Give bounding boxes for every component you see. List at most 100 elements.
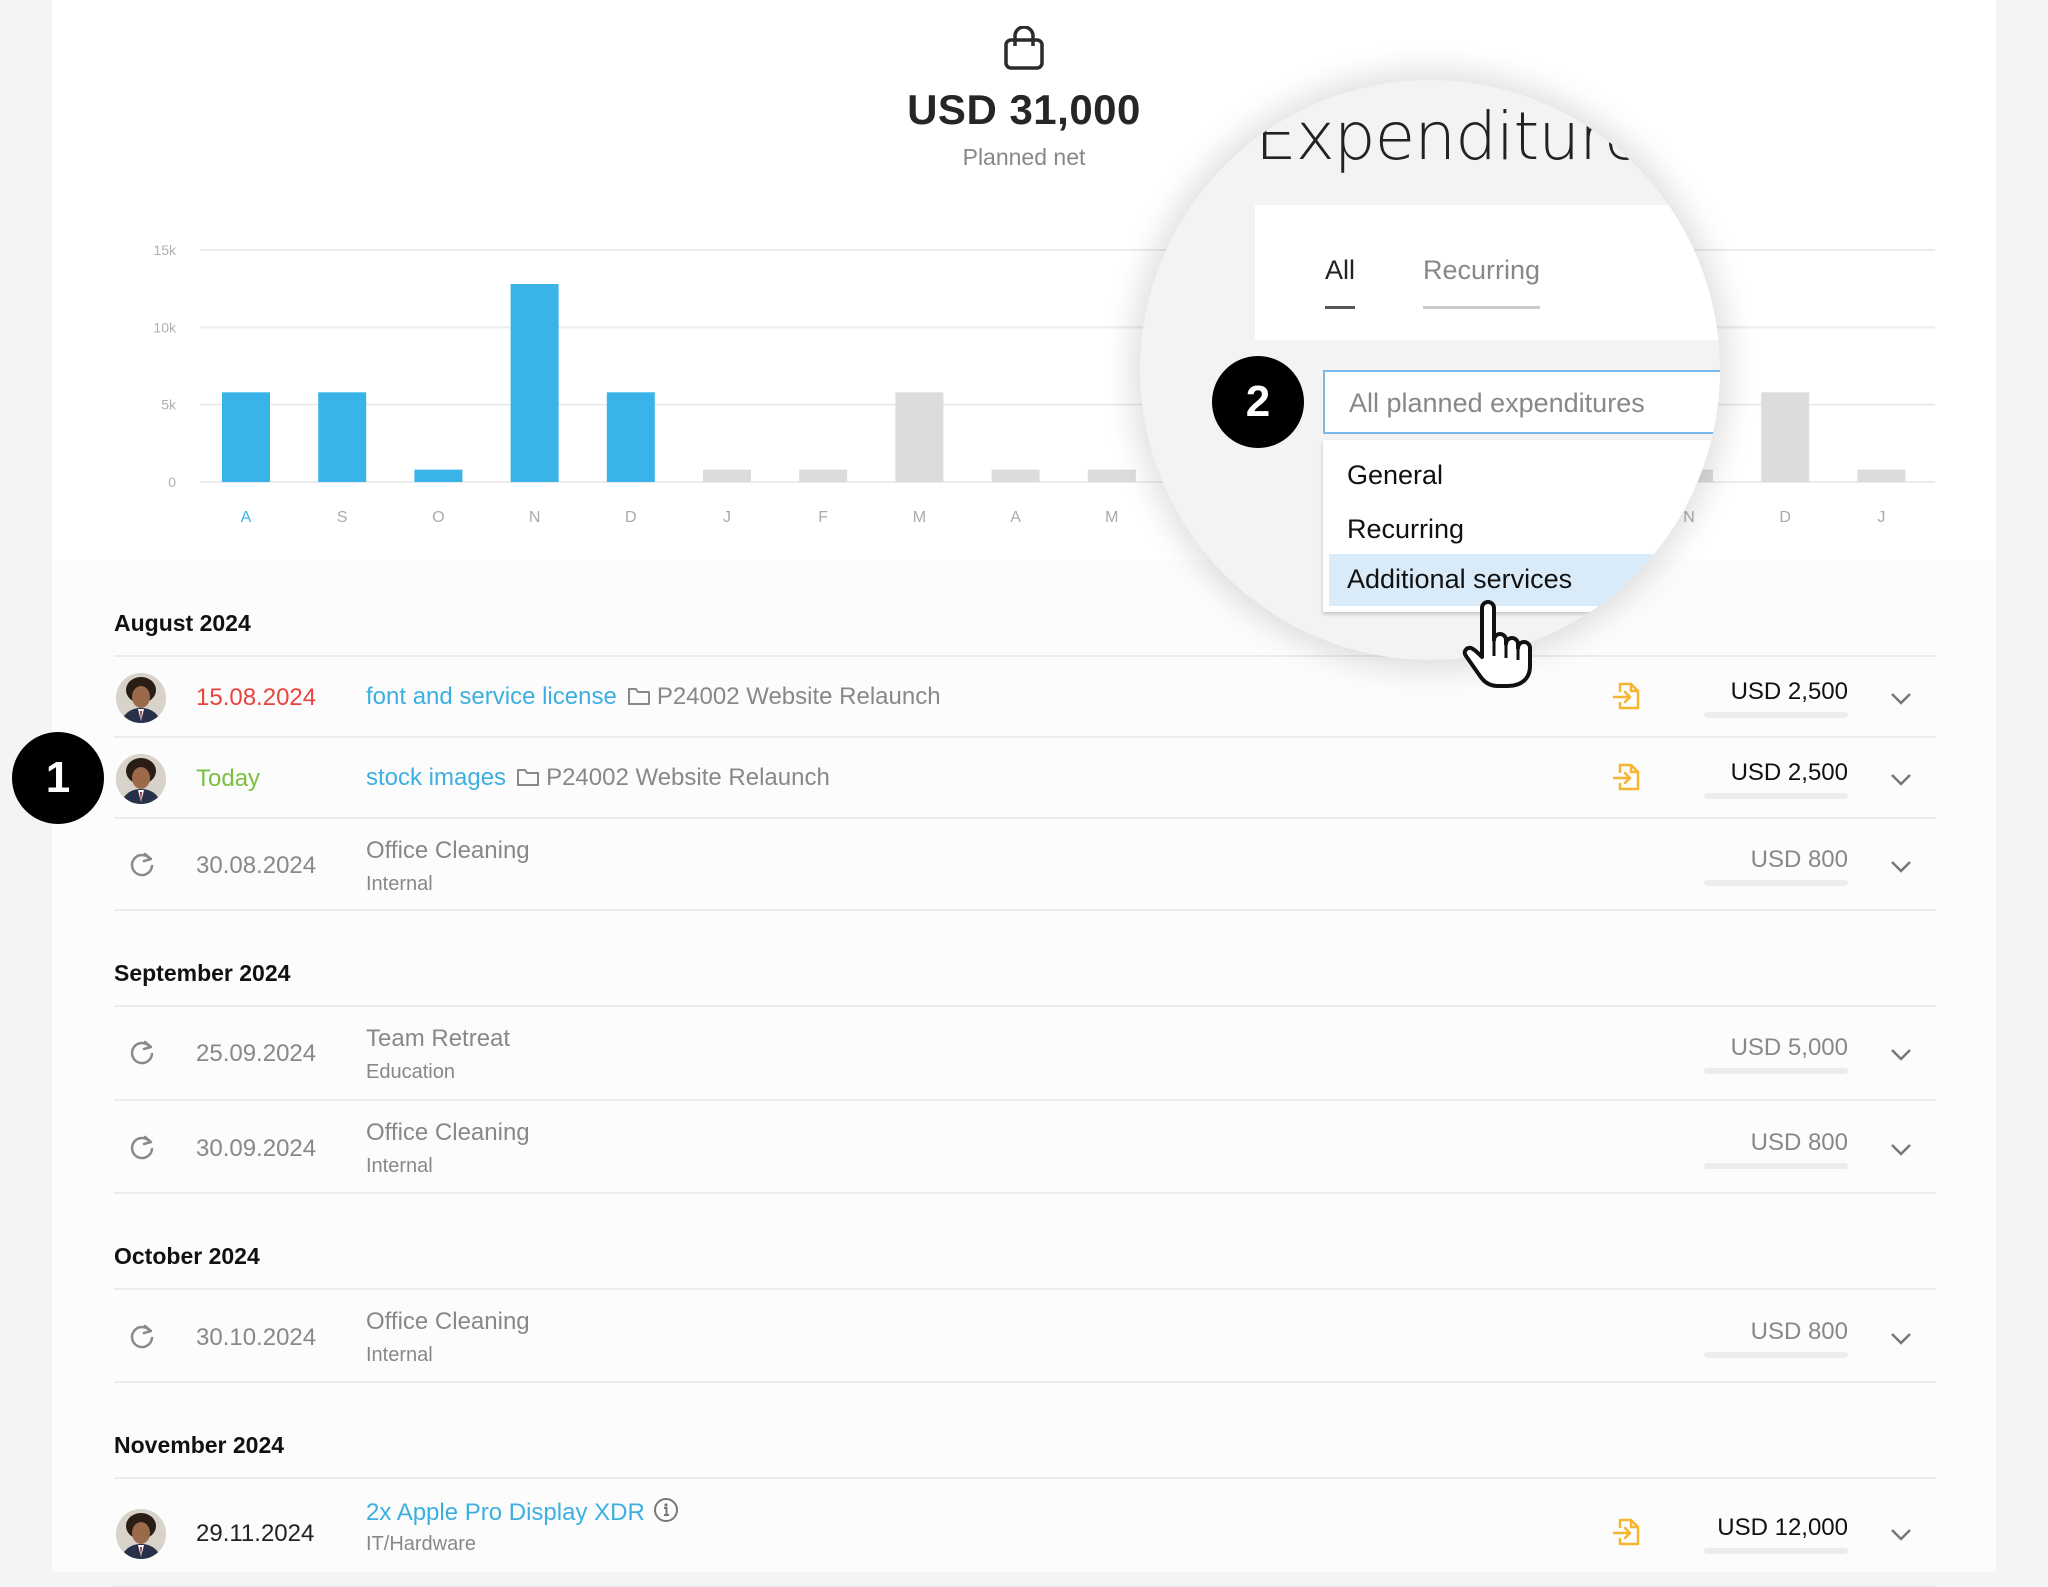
expenditure-title-cell: Team Retreat	[366, 1025, 510, 1053]
folder-icon	[627, 687, 650, 705]
recurring-icon	[128, 1322, 156, 1350]
amount: USD 2,500	[1730, 758, 1848, 786]
amount-progress-bar	[1704, 1162, 1848, 1169]
chevron-down-icon[interactable]	[1890, 1528, 1912, 1542]
project-name: P24002 Website Relaunch	[546, 763, 830, 791]
expenditure-title-cell: stock images P24002 Website Relaunch	[366, 764, 830, 792]
expenditure-title[interactable]: 2x Apple Pro Display XDR	[366, 1499, 645, 1526]
x-tick-label: D	[1779, 509, 1791, 526]
bar-j-5[interactable]	[703, 469, 751, 482]
chevron-down-icon[interactable]	[1890, 692, 1912, 706]
y-tick-label: 10k	[153, 319, 177, 335]
expenditure-title: Team Retreat	[366, 1025, 511, 1052]
step-badge-2: 2	[1212, 356, 1304, 448]
amount: USD 12,000	[1717, 1514, 1848, 1541]
bar-s-1[interactable]	[318, 392, 367, 482]
shopping-bag-icon	[1004, 26, 1044, 70]
due-date: Today	[196, 764, 261, 792]
expenditure-category: Education	[366, 1061, 455, 1083]
expenditure-title-cell: 2x Apple Pro Display XDR	[366, 1497, 679, 1527]
bar-d-16[interactable]	[1761, 392, 1810, 482]
bar-f-6[interactable]	[799, 469, 848, 482]
option-general[interactable]: General	[1323, 450, 1720, 502]
due-date: 15.08.2024	[196, 683, 317, 711]
tab-recurring[interactable]: Recurring	[1423, 255, 1541, 309]
x-tick-label: D	[625, 509, 637, 526]
x-tick-label: A	[241, 509, 252, 526]
amount-progress-bar	[1704, 792, 1848, 799]
info-icon[interactable]	[653, 1497, 679, 1523]
y-tick-label: 15k	[153, 242, 177, 258]
due-date: 25.09.2024	[196, 1040, 317, 1067]
tab-all[interactable]: All	[1325, 255, 1356, 309]
due-date: 30.08.2024	[196, 852, 317, 879]
expenditure-row[interactable]: 30.10.2024 Office Cleaning Internal USD 800	[114, 1288, 1936, 1383]
x-tick-label: A	[1010, 509, 1021, 526]
project-tag[interactable]: P24002 Website Relaunch	[627, 683, 941, 710]
project-name: P24002 Website Relaunch	[656, 682, 941, 710]
chevron-down-icon[interactable]	[1890, 1048, 1912, 1062]
amount-progress-bar	[1704, 1548, 1848, 1554]
avatar	[116, 753, 166, 804]
expenditure-row[interactable]: 29.11.2024 2x Apple Pro Display XDR IT/Har…	[114, 1477, 1936, 1587]
option-recurring[interactable]: Recurring	[1323, 504, 1720, 556]
expenditure-title-cell: Office Cleaning	[366, 1119, 530, 1147]
expenditure-type-dropdown: General Recurring Additional services	[1323, 440, 1720, 612]
bar-o-2[interactable]	[414, 469, 463, 482]
bar-m-9[interactable]	[1087, 469, 1136, 482]
recurring-icon	[128, 1133, 156, 1161]
expenditure-title-cell: Office Cleaning	[366, 1308, 530, 1336]
amount-progress-bar	[1704, 1068, 1848, 1074]
avatar	[116, 1509, 166, 1559]
chevron-down-icon[interactable]	[1890, 860, 1912, 874]
step-badge-1: 1	[12, 732, 104, 824]
due-date: 30.09.2024	[196, 1134, 317, 1162]
amount: USD 2,500	[1730, 677, 1848, 705]
expenditure-row[interactable]: Today stock images P24002 Website Relaunch…	[114, 736, 1936, 817]
bar-a-8[interactable]	[991, 469, 1040, 482]
amount: USD 800	[1750, 1128, 1848, 1156]
chevron-down-icon[interactable]	[1890, 1143, 1912, 1157]
expenditure-category: Internal	[366, 873, 433, 895]
expenditure-title[interactable]: stock images	[366, 764, 506, 791]
chevron-down-icon[interactable]	[1890, 1332, 1912, 1346]
hand-pointer-cursor-icon	[1462, 600, 1532, 688]
expenditure-category: Internal	[366, 1155, 433, 1177]
bar-d-4[interactable]	[606, 392, 655, 482]
x-tick-label: M	[1105, 509, 1118, 526]
month-heading: November 2024	[114, 1432, 285, 1458]
x-tick-label: N	[529, 509, 541, 526]
expenditure-title[interactable]: font and service license	[366, 683, 617, 710]
x-tick-label: J	[723, 509, 731, 526]
expenditure-category: IT/Hardware	[366, 1533, 477, 1555]
expenditure-title-cell: Office Cleaning	[366, 837, 530, 865]
expenditure-category: Internal	[366, 1344, 433, 1366]
document-import-icon[interactable]	[1612, 680, 1642, 712]
expenditure-row[interactable]: 30.08.2024 Office Cleaning Internal USD 800	[114, 817, 1936, 911]
expenditure-type-select[interactable]: All planned expenditures	[1323, 370, 1720, 434]
bar-j-17[interactable]	[1857, 469, 1906, 482]
expenditure-row[interactable]: 15.08.2024 font and service license P24002…	[114, 655, 1936, 736]
document-import-icon[interactable]	[1612, 1516, 1642, 1548]
option-additional-services[interactable]: Additional services	[1329, 554, 1720, 606]
x-tick-label: J	[1877, 509, 1885, 526]
expenditure-title: Office Cleaning	[366, 1119, 530, 1146]
expenditure-title: Office Cleaning	[366, 837, 530, 864]
chevron-down-icon[interactable]	[1890, 773, 1912, 787]
bar-m-7[interactable]	[895, 392, 944, 482]
expenditure-title: Office Cleaning	[366, 1308, 530, 1335]
expenditure-row[interactable]: 30.09.2024 Office Cleaning Internal USD 800	[114, 1099, 1936, 1194]
amount-progress-bar	[1704, 711, 1848, 718]
bar-n-3[interactable]	[510, 284, 559, 482]
x-tick-label: M	[913, 509, 926, 526]
expenditure-row[interactable]: 25.09.2024 Team Retreat Education USD 5,000	[114, 1005, 1936, 1099]
recurring-icon	[128, 850, 156, 878]
project-tag[interactable]: P24002 Website Relaunch	[516, 764, 830, 791]
x-tick-label: S	[337, 509, 348, 526]
bar-a-0[interactable]	[222, 392, 270, 482]
avatar	[116, 672, 166, 723]
due-date: 29.11.2024	[196, 1520, 315, 1547]
folder-icon	[517, 768, 540, 786]
month-heading: August 2024	[114, 610, 251, 636]
document-import-icon[interactable]	[1612, 761, 1642, 793]
